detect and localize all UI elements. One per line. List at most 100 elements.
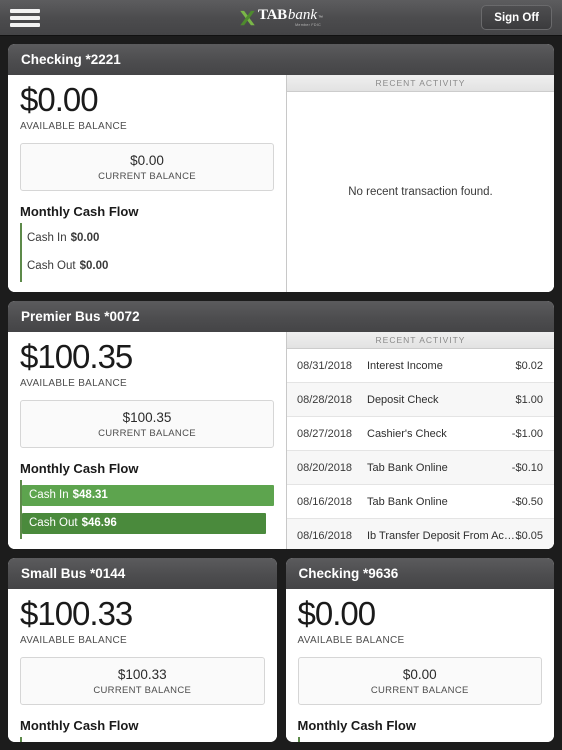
logo-trademark: ™ <box>318 14 323 21</box>
monthly-cash-flow-title: Monthly Cash Flow <box>20 717 139 733</box>
empty-state-message: No recent transaction found. <box>348 186 493 198</box>
available-balance-label: AVAILABLE BALANCE <box>20 120 127 132</box>
cash-flow-chart <box>20 736 265 742</box>
account-card[interactable]: Checking *9636 $0.00 AVAILABLE BALANCE $… <box>285 558 554 742</box>
transaction-row[interactable]: 08/16/2018 Ib Transfer Deposit From Ac… $0… <box>287 519 554 549</box>
current-balance-label: CURRENT BALANCE <box>98 427 196 439</box>
monthly-cash-flow-title: Monthly Cash Flow <box>20 203 139 219</box>
account-title: Checking *2221 <box>21 52 121 67</box>
recent-activity-header: RECENT ACTIVITY <box>287 332 554 349</box>
cash-flow-chart: Cash In $48.31 Cash Out $46.96 <box>20 479 274 539</box>
recent-activity-pane: RECENT ACTIVITY No recent transaction fo… <box>286 75 554 292</box>
available-balance-amount: $100.33 <box>20 595 133 632</box>
logo-fdic-text: Member FDIC <box>295 22 321 27</box>
account-title: Premier Bus *0072 <box>21 309 140 324</box>
transaction-date: 08/28/2018 <box>297 393 353 406</box>
available-balance-label: AVAILABLE BALANCE <box>20 634 127 646</box>
current-balance-amount: $0.00 <box>402 666 437 682</box>
transaction-amount: $1.00 <box>515 393 543 406</box>
current-balance-label: CURRENT BALANCE <box>98 170 196 182</box>
account-card[interactable]: Premier Bus *0072 $100.35 AVAILABLE BALA… <box>8 301 554 549</box>
transaction-date: 08/16/2018 <box>297 529 353 542</box>
available-balance-amount: $100.35 <box>20 338 133 375</box>
account-summary-pane: $0.00 AVAILABLE BALANCE $0.00 CURRENT BA… <box>285 589 554 742</box>
logo-text-tab: TAB <box>257 6 287 23</box>
recent-activity-pane: RECENT ACTIVITY 08/31/2018 Interest Incom… <box>286 332 554 549</box>
accounts-dashboard: Checking *2221 $0.00 AVAILABLE BALANCE $… <box>0 36 562 750</box>
cash-in-bar: Cash In $48.31 <box>22 484 274 506</box>
current-balance-box: $100.35 CURRENT BALANCE <box>20 399 274 448</box>
transaction-description: Tab Bank Online <box>367 495 448 508</box>
account-card-header: Checking *9636 <box>285 558 554 589</box>
transaction-row[interactable]: 08/27/2018 Cashier's Check -$1.00 <box>287 417 554 451</box>
transaction-list[interactable]: 08/31/2018 Interest Income $0.02 08/28/2018… <box>287 349 554 549</box>
bottom-card-row: Small Bus *0144 $100.33 AVAILABLE BALANC… <box>8 558 554 742</box>
current-balance-amount: $100.33 <box>117 666 167 682</box>
monthly-cash-flow-title: Monthly Cash Flow <box>297 717 416 733</box>
cash-in-label: Cash In <box>29 489 69 502</box>
transaction-description: Tab Bank Online <box>367 461 448 474</box>
available-balance-label: AVAILABLE BALANCE <box>20 377 127 389</box>
green-x-icon <box>240 10 255 26</box>
current-balance-amount: $100.35 <box>122 409 172 425</box>
available-balance-amount: $0.00 <box>20 81 99 118</box>
transaction-amount: -$1.00 <box>511 427 543 440</box>
cash-out-label: Cash Out <box>27 260 76 273</box>
hamburger-menu-icon[interactable] <box>10 7 40 29</box>
current-balance-amount: $0.00 <box>130 152 164 168</box>
current-balance-label: CURRENT BALANCE <box>370 684 469 696</box>
transaction-row[interactable]: 08/31/2018 Interest Income $0.02 <box>287 349 554 383</box>
cash-out-bar: Cash Out $0.00 <box>22 256 274 277</box>
transaction-list[interactable]: No recent transaction found. <box>287 92 554 292</box>
account-card-body: $0.00 AVAILABLE BALANCE $0.00 CURRENT BA… <box>8 75 554 292</box>
transaction-amount: $0.02 <box>515 359 543 372</box>
current-balance-box: $0.00 CURRENT BALANCE <box>20 142 274 191</box>
account-title: Checking *9636 <box>298 566 399 581</box>
cash-in-value: $0.00 <box>70 232 100 245</box>
transaction-row[interactable]: 08/28/2018 Deposit Check $1.00 <box>287 383 554 417</box>
transaction-description: Deposit Check <box>367 393 439 406</box>
account-card-header: Premier Bus *0072 <box>8 301 554 332</box>
logo-text-bank: bank <box>287 6 317 23</box>
recent-activity-header: RECENT ACTIVITY <box>287 75 554 92</box>
transaction-date: 08/20/2018 <box>297 461 353 474</box>
account-card[interactable]: Checking *2221 $0.00 AVAILABLE BALANCE $… <box>8 44 554 292</box>
current-balance-box: $100.33 CURRENT BALANCE <box>20 656 265 705</box>
transaction-description: Interest Income <box>367 359 443 372</box>
monthly-cash-flow-title: Monthly Cash Flow <box>20 460 139 476</box>
app-logo: TAB bank ™ Member FDIC <box>0 0 562 35</box>
top-bar: TAB bank ™ Member FDIC Sign Off <box>0 0 562 36</box>
cash-in-value: $48.31 <box>72 489 108 502</box>
transaction-description: Cashier's Check <box>367 427 447 440</box>
account-card[interactable]: Small Bus *0144 $100.33 AVAILABLE BALANC… <box>8 558 277 742</box>
transaction-row[interactable]: 08/16/2018 Tab Bank Online -$0.50 <box>287 485 554 519</box>
account-card-body: $100.33 AVAILABLE BALANCE $100.33 CURREN… <box>8 589 277 742</box>
cash-out-bar: Cash Out $46.96 <box>22 512 267 534</box>
transaction-row[interactable]: 08/20/2018 Tab Bank Online -$0.10 <box>287 451 554 485</box>
current-balance-box: $0.00 CURRENT BALANCE <box>297 656 542 705</box>
transaction-date: 08/27/2018 <box>297 427 353 440</box>
account-card-body: $0.00 AVAILABLE BALANCE $0.00 CURRENT BA… <box>285 589 554 742</box>
account-summary-pane: $100.33 AVAILABLE BALANCE $100.33 CURREN… <box>8 589 277 742</box>
transaction-date: 08/16/2018 <box>297 495 353 508</box>
account-card-header: Small Bus *0144 <box>8 558 277 589</box>
transaction-description: Ib Transfer Deposit From Ac… <box>367 529 515 542</box>
account-summary-pane: $100.35 AVAILABLE BALANCE $100.35 CURREN… <box>8 332 286 549</box>
cash-in-bar: Cash In $0.00 <box>22 228 274 249</box>
cash-out-value: $0.00 <box>79 260 109 273</box>
available-balance-label: AVAILABLE BALANCE <box>297 634 405 646</box>
account-card-header: Checking *2221 <box>8 44 554 75</box>
cash-flow-chart: Cash In $0.00 Cash Out $0.00 <box>20 222 274 282</box>
account-title: Small Bus *0144 <box>21 566 126 581</box>
current-balance-label: CURRENT BALANCE <box>93 684 192 696</box>
cash-flow-chart <box>297 736 543 742</box>
transaction-date: 08/31/2018 <box>297 359 353 372</box>
account-card-body: $100.35 AVAILABLE BALANCE $100.35 CURREN… <box>8 332 554 549</box>
available-balance-amount: $0.00 <box>297 595 377 632</box>
transaction-amount: -$0.50 <box>511 495 543 508</box>
sign-off-label: Sign Off <box>494 11 539 24</box>
cash-out-value: $46.96 <box>81 517 117 530</box>
transaction-amount: -$0.10 <box>511 461 543 474</box>
cash-out-label: Cash Out <box>29 517 78 530</box>
sign-off-button[interactable]: Sign Off <box>481 5 552 30</box>
